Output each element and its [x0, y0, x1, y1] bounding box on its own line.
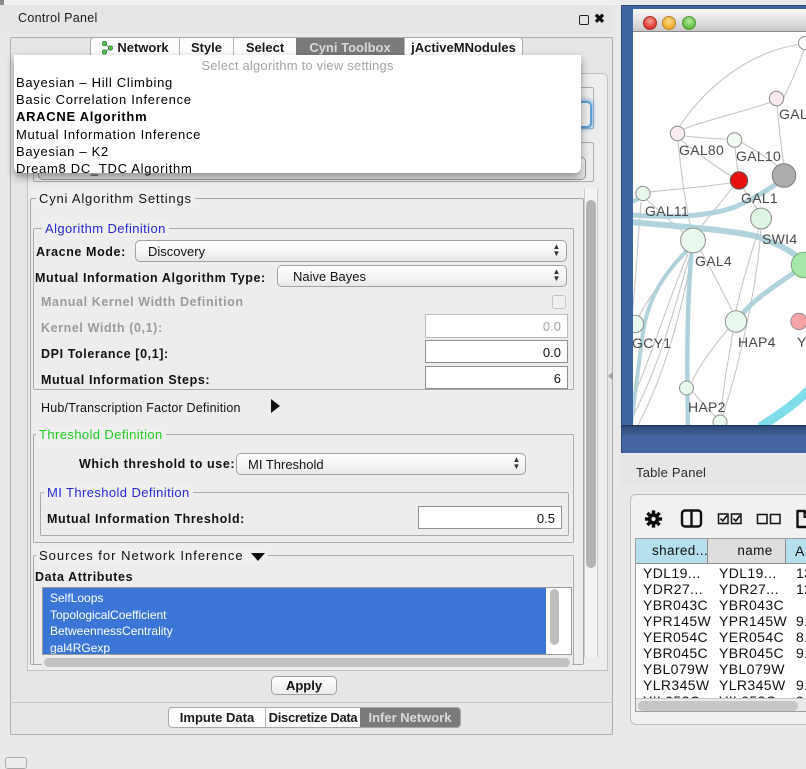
svg-text:GAL7: GAL7	[779, 106, 806, 122]
svg-text:GAL80: GAL80	[679, 142, 724, 158]
svg-text:HAP2: HAP2	[688, 399, 726, 415]
svg-text:YJ: YJ	[797, 334, 806, 350]
svg-text:GAL4: GAL4	[695, 253, 732, 269]
svg-text:GAL10: GAL10	[736, 148, 781, 164]
svg-text:HAP4: HAP4	[738, 334, 776, 350]
svg-text:GCY1: GCY1	[633, 335, 671, 351]
svg-text:GAL1: GAL1	[741, 190, 778, 206]
svg-text:SWI4: SWI4	[762, 231, 797, 247]
svg-text:GAL11: GAL11	[645, 203, 689, 219]
